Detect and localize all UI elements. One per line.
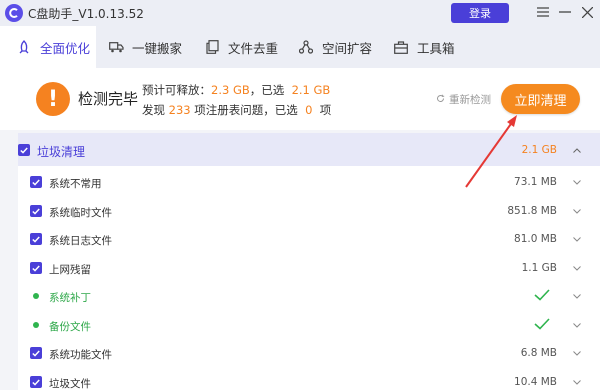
expand-icon	[298, 39, 314, 55]
tab-label: 文件去重	[228, 40, 279, 56]
item-size: 6.8 MB	[520, 347, 557, 359]
refresh-icon	[436, 93, 445, 106]
minimize-icon[interactable]	[555, 2, 575, 22]
release-mid: ，已选	[249, 83, 285, 97]
registry-selected: 0	[305, 103, 313, 117]
summary-release-line: 预计可释放：2.3 GB，已选 2.1 GB	[142, 82, 330, 98]
item-size: 851.8 MB	[507, 205, 557, 217]
clean-list: 垃圾清理 2.1 GB 系统不常用 73.1 MB 系统临时文件 851.8 M…	[18, 133, 600, 390]
tab-label: 空间扩容	[322, 40, 373, 56]
chevron-down-icon[interactable]	[572, 377, 582, 387]
list-item[interactable]: 垃圾文件 10.4 MB	[18, 368, 600, 390]
toolbox-icon	[393, 39, 409, 55]
registry-prefix: 发现	[142, 103, 165, 117]
login-button[interactable]: 登录	[451, 3, 509, 23]
file-copy-icon	[204, 39, 220, 55]
tab-label: 工具箱	[417, 40, 455, 56]
scan-summary: ! 检测完毕 预计可释放：2.3 GB，已选 2.1 GB 发现 233 项注册…	[0, 68, 600, 130]
list-item[interactable]: 系统临时文件 851.8 MB	[18, 197, 600, 225]
tab-label: 一键搬家	[132, 40, 183, 56]
list-item[interactable]: 系统功能文件 6.8 MB	[18, 339, 600, 367]
status-dot-icon	[33, 293, 39, 299]
item-checkbox[interactable]	[30, 233, 42, 245]
chevron-down-icon[interactable]	[572, 348, 582, 358]
item-size: 73.1 MB	[514, 176, 557, 188]
registry-suffix: 项	[319, 103, 332, 117]
tab-toolbox[interactable]: 工具箱	[393, 26, 473, 68]
clean-now-button[interactable]: 立即清理	[501, 84, 580, 114]
item-label: 系统不常用	[49, 178, 102, 190]
chevron-down-icon[interactable]	[572, 206, 582, 216]
app-logo-icon	[5, 4, 23, 22]
item-label: 系统日志文件	[49, 235, 112, 247]
tab-label: 全面优化	[40, 40, 91, 56]
list-item[interactable]: 上网残留 1.1 GB	[18, 254, 600, 282]
list-item[interactable]: 系统日志文件 81.0 MB	[18, 225, 600, 253]
status-dot-icon	[33, 322, 39, 328]
item-size: 10.4 MB	[514, 376, 557, 388]
group-checkbox[interactable]	[18, 144, 30, 156]
chevron-down-icon[interactable]	[572, 291, 582, 301]
tab-space-expand[interactable]: 空间扩容	[298, 26, 388, 68]
list-item[interactable]: 系统补丁	[18, 282, 600, 310]
chevron-down-icon[interactable]	[572, 320, 582, 330]
release-selected: 2.1 GB	[291, 83, 331, 97]
item-size: 81.0 MB	[514, 233, 557, 245]
item-checkbox[interactable]	[30, 205, 42, 217]
registry-count: 233	[168, 103, 191, 117]
group-row-junk[interactable]: 垃圾清理 2.1 GB	[18, 133, 600, 166]
item-checkbox[interactable]	[30, 262, 42, 274]
tab-one-click-move[interactable]: 一键搬家	[108, 26, 198, 68]
tab-bar: 全面优化 一键搬家 文件去重 空间扩容 工具箱	[0, 26, 600, 68]
group-size: 2.1 GB	[521, 144, 557, 156]
menu-icon[interactable]	[533, 2, 553, 22]
registry-mid: 项注册表问题，已选	[194, 103, 298, 117]
item-checkbox[interactable]	[30, 376, 42, 388]
list-item[interactable]: 备份文件	[18, 311, 600, 339]
item-label: 系统功能文件	[49, 349, 112, 361]
group-label: 垃圾清理	[37, 145, 86, 159]
app-title: C盘助手_V1.0.13.52	[28, 7, 144, 21]
tab-full-optimize[interactable]: 全面优化	[0, 26, 96, 68]
release-prefix: 预计可释放：	[142, 83, 211, 97]
rescan-label: 重新检测	[449, 94, 491, 106]
item-checkbox[interactable]	[30, 347, 42, 359]
truck-icon	[108, 39, 124, 55]
summary-registry-line: 发现 233 项注册表问题，已选 0 项	[142, 102, 331, 118]
checkmark-icon	[534, 289, 550, 304]
item-label: 备份文件	[49, 321, 91, 333]
item-label: 上网残留	[49, 264, 91, 276]
rescan-link[interactable]: 重新检测	[436, 92, 491, 107]
item-size: 1.1 GB	[521, 262, 557, 274]
list-item[interactable]: 系统不常用 73.1 MB	[18, 168, 600, 196]
warning-icon: !	[36, 82, 70, 116]
chevron-down-icon[interactable]	[572, 263, 582, 273]
chevron-down-icon[interactable]	[572, 177, 582, 187]
tab-file-dedup[interactable]: 文件去重	[204, 26, 294, 68]
rocket-icon	[16, 39, 32, 55]
item-label: 系统补丁	[49, 292, 91, 304]
item-checkbox[interactable]	[30, 176, 42, 188]
item-label: 系统临时文件	[49, 207, 112, 219]
title-bar: C盘助手_V1.0.13.52 登录	[0, 0, 600, 26]
scan-status: 检测完毕	[78, 90, 139, 108]
chevron-down-icon[interactable]	[572, 234, 582, 244]
chevron-up-icon[interactable]	[572, 145, 582, 155]
item-label: 垃圾文件	[49, 378, 91, 390]
release-value: 2.3 GB	[211, 83, 250, 97]
checkmark-icon	[534, 318, 550, 333]
close-icon[interactable]	[577, 2, 597, 22]
